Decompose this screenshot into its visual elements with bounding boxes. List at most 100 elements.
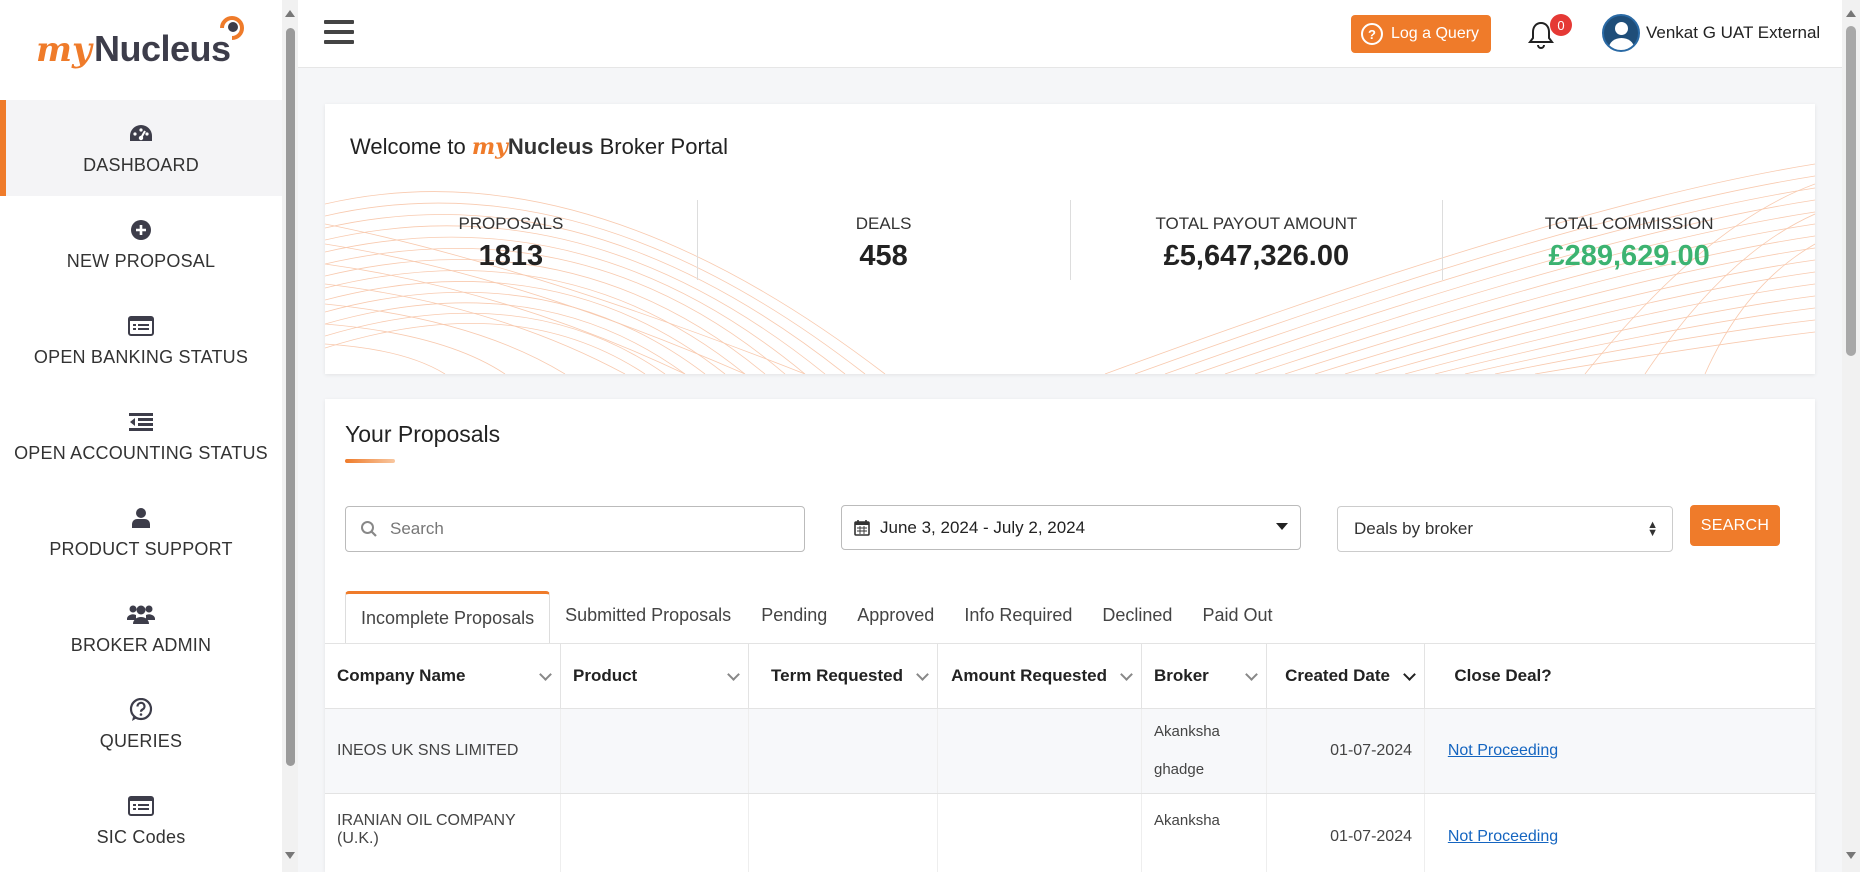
- log-a-query-label: Log a Query: [1391, 25, 1480, 42]
- product-cell: [561, 709, 749, 793]
- sidebar-item-label: DASHBOARD: [83, 154, 199, 175]
- scroll-down-arrow-icon[interactable]: [1846, 852, 1856, 859]
- column-header-label: Product: [573, 666, 638, 685]
- proposals-table: Company Name Product Term Requested Amou…: [325, 643, 1815, 872]
- scrollbar-thumb[interactable]: [1846, 26, 1856, 356]
- chevron-down-icon[interactable]: [1120, 668, 1133, 681]
- user-name: Venkat G UAT External: [1646, 23, 1821, 42]
- sidebar-item-product-support[interactable]: PRODUCT SUPPORT: [0, 484, 282, 580]
- question-circle-icon: [127, 697, 155, 723]
- sidebar-item-new-proposal[interactable]: NEW PROPOSAL: [0, 196, 282, 292]
- hamburger-menu-icon[interactable]: [324, 20, 354, 46]
- date-range-picker[interactable]: June 3, 2024 - July 2, 2024: [841, 505, 1301, 550]
- user-icon: [127, 505, 155, 531]
- welcome-title: Welcome to myNucleus Broker Portal: [350, 134, 728, 160]
- broker-last-name: ghadge: [1154, 761, 1205, 778]
- stat-total-payout: TOTAL PAYOUT AMOUNT £5,647,326.00: [1071, 200, 1444, 280]
- sort-descending-icon[interactable]: [1403, 668, 1416, 681]
- sidebar-item-sic-codes[interactable]: SIC Codes: [0, 772, 282, 868]
- company-name-cell: IRANIAN OIL COMPANY (U.K.): [325, 794, 561, 872]
- column-header-close-deal: Close Deal?: [1425, 644, 1581, 708]
- scrollbar-thumb[interactable]: [286, 28, 295, 766]
- stat-value: 458: [859, 240, 908, 272]
- chevron-down-icon[interactable]: [539, 668, 552, 681]
- broker-cell: Akanksha: [1142, 794, 1267, 872]
- sidebar-scrollbar[interactable]: [282, 0, 298, 872]
- logo-nucleus-text: Nucleus: [94, 28, 231, 69]
- chevron-down-icon[interactable]: [1245, 668, 1258, 681]
- stat-proposals: PROPOSALS 1813: [325, 200, 698, 280]
- tab-pending[interactable]: Pending: [746, 593, 842, 637]
- column-header-broker[interactable]: Broker: [1142, 644, 1267, 708]
- term-cell: [749, 794, 938, 872]
- search-button[interactable]: SEARCH: [1690, 505, 1780, 546]
- column-header-label: Broker: [1154, 666, 1209, 685]
- column-header-company-name[interactable]: Company Name: [325, 644, 561, 708]
- tab-submitted-proposals[interactable]: Submitted Proposals: [550, 593, 746, 637]
- term-cell: [749, 709, 938, 793]
- sidebar-item-queries[interactable]: QUERIES: [0, 676, 282, 772]
- search-icon: [361, 521, 377, 537]
- not-proceeding-link[interactable]: Not Proceeding: [1448, 742, 1558, 760]
- column-header-product[interactable]: Product: [561, 644, 749, 708]
- logo-mark-icon: [220, 16, 244, 40]
- created-date-cell: 01-07-2024: [1267, 709, 1425, 793]
- sidebar-item-label: NEW PROPOSAL: [66, 250, 216, 271]
- scroll-up-arrow-icon[interactable]: [1846, 10, 1856, 17]
- column-header-term-requested[interactable]: Term Requested: [749, 644, 938, 708]
- search-input[interactable]: [390, 519, 770, 539]
- chevron-down-icon[interactable]: [727, 668, 740, 681]
- table-header-row: Company Name Product Term Requested Amou…: [325, 643, 1815, 708]
- select-arrows-icon: ▲ ▼: [1647, 519, 1658, 539]
- date-range-value: June 3, 2024 - July 2, 2024: [880, 517, 1086, 537]
- tab-approved[interactable]: Approved: [842, 593, 949, 637]
- page-scrollbar[interactable]: [1842, 0, 1860, 872]
- mynucleus-logo[interactable]: my Nucleus: [36, 12, 256, 72]
- tab-info-required[interactable]: Info Required: [949, 593, 1087, 637]
- stat-value: 1813: [478, 240, 544, 272]
- company-name-cell: INEOS UK SNS LIMITED: [325, 709, 561, 793]
- user-avatar-icon: [1602, 14, 1640, 52]
- deals-filter-select[interactable]: Deals by broker ▲ ▼: [1337, 506, 1673, 552]
- stat-total-commission: TOTAL COMMISSION £289,629.00: [1443, 200, 1815, 280]
- proposal-tabs: Incomplete Proposals Submitted Proposals…: [345, 591, 1287, 643]
- table-row[interactable]: INEOS UK SNS LIMITED Akanksha ghadge 01-…: [325, 708, 1815, 793]
- close-deal-cell: Not Proceeding: [1425, 794, 1581, 872]
- column-header-label: Created Date: [1285, 666, 1390, 685]
- column-header-label: Close Deal?: [1454, 666, 1552, 685]
- scroll-down-arrow-icon[interactable]: [285, 852, 295, 859]
- sidebar-item-label: OPEN BANKING STATUS: [33, 346, 249, 367]
- welcome-suffix: Broker Portal: [593, 134, 729, 159]
- sidebar-item-dashboard[interactable]: DASHBOARD: [0, 100, 282, 196]
- tab-incomplete-proposals[interactable]: Incomplete Proposals: [345, 591, 551, 643]
- tab-declined[interactable]: Declined: [1087, 593, 1187, 637]
- column-header-label: Company Name: [337, 666, 466, 685]
- chevron-down-icon[interactable]: [916, 668, 929, 681]
- proposals-title: Your Proposals: [345, 421, 501, 447]
- log-a-query-button[interactable]: ? Log a Query: [1351, 15, 1491, 53]
- sidebar-item-open-accounting-status[interactable]: OPEN ACCOUNTING STATUS: [0, 388, 282, 484]
- user-menu[interactable]: Venkat G UAT External: [1602, 14, 1820, 52]
- sidebar: my Nucleus DASHBOARD NEW PROPOSAL OPEN B…: [0, 0, 282, 872]
- sidebar-item-label: OPEN ACCOUNTING STATUS: [14, 442, 268, 463]
- logo-my-text: my: [36, 30, 92, 70]
- not-proceeding-link[interactable]: Not Proceeding: [1448, 828, 1558, 845]
- sidebar-item-broker-admin[interactable]: BROKER ADMIN: [0, 580, 282, 676]
- search-field[interactable]: [345, 506, 805, 552]
- sidebar-item-label: BROKER ADMIN: [70, 634, 212, 655]
- column-header-created-date[interactable]: Created Date: [1267, 644, 1425, 708]
- column-header-amount-requested[interactable]: Amount Requested: [938, 644, 1142, 708]
- caret-down-icon: [1276, 523, 1288, 530]
- stats-row: PROPOSALS 1813 DEALS 458 TOTAL PAYOUT AM…: [325, 200, 1815, 280]
- broker-first-name: Akanksha: [1154, 723, 1220, 740]
- stat-value: £289,629.00: [1548, 240, 1710, 272]
- scroll-up-arrow-icon[interactable]: [285, 10, 295, 17]
- table-row[interactable]: IRANIAN OIL COMPANY (U.K.) Akanksha 01-0…: [325, 793, 1815, 872]
- calendar-icon: [854, 520, 870, 536]
- sidebar-item-label: QUERIES: [99, 730, 183, 751]
- tab-paid-out[interactable]: Paid Out: [1187, 593, 1287, 637]
- stat-label: DEALS: [855, 214, 912, 233]
- users-icon: [127, 601, 155, 627]
- welcome-brand-nucleus: Nucleus: [507, 134, 594, 159]
- sidebar-item-open-banking-status[interactable]: OPEN BANKING STATUS: [0, 292, 282, 388]
